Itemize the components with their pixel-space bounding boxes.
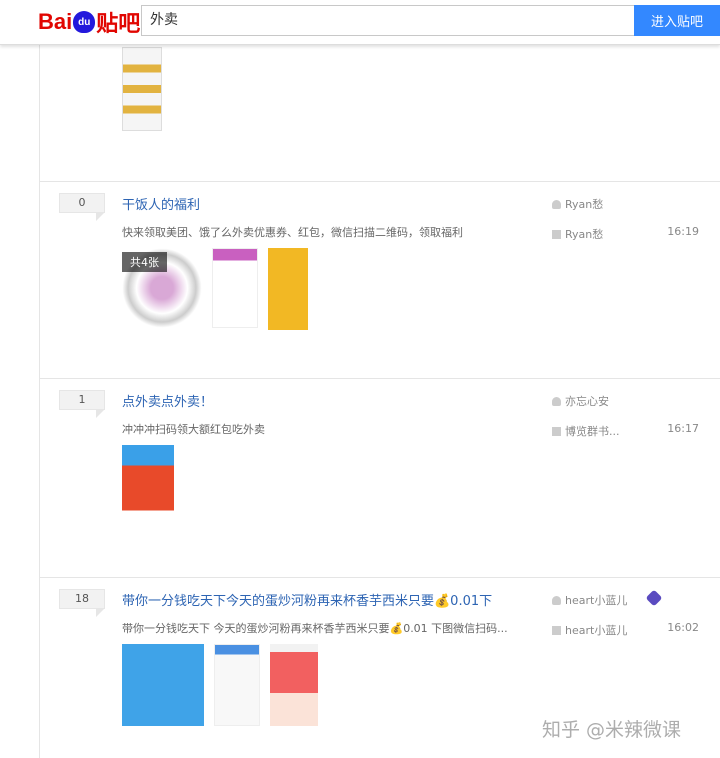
thread-list: 0 干饭人的福利 快来领取美团、饿了么外卖优惠券、红包，微信扫描二维码，领取福利…: [39, 45, 720, 758]
last-reply-author[interactable]: 博览群书...: [552, 423, 620, 439]
thread-author[interactable]: 亦忘心安: [552, 393, 609, 409]
thread-image-thumbnail[interactable]: [214, 644, 260, 726]
reply-time: 16:19: [667, 225, 699, 238]
baidu-tieba-logo[interactable]: Bai du 贴吧: [38, 6, 140, 38]
thread-image-thumbnail[interactable]: [212, 248, 258, 328]
thread-title[interactable]: 点外卖点外卖！: [122, 391, 213, 410]
reply-icon: [552, 230, 561, 239]
reply-time: 16:02: [667, 621, 699, 634]
thread-abstract: 冲冲冲扫码领大额红包吃外卖: [122, 423, 265, 436]
thread-abstract: 快来领取美团、饿了么外卖优惠券、红包，微信扫描二维码，领取福利: [122, 226, 463, 239]
reply-icon: [552, 427, 561, 436]
image-count-badge: 共4张: [122, 252, 167, 272]
user-icon: [552, 200, 561, 209]
thread-title[interactable]: 带你一分钱吃天下今天的蛋炒河粉再来杯香芋西米只要💰0.01下: [122, 590, 492, 609]
last-reply-author[interactable]: heart小蓝儿: [552, 622, 627, 638]
reply-count: 18: [59, 589, 105, 617]
watermark: 知乎 @米辣微课: [542, 719, 682, 741]
thread-image-thumbnail[interactable]: [268, 248, 308, 330]
member-badge-icon: [645, 589, 663, 607]
header: Bai du 贴吧 外卖 进入贴吧: [0, 0, 720, 45]
user-icon: [552, 596, 561, 605]
thread-item: 1 点外卖点外卖！ 冲冲冲扫码领大额红包吃外卖 亦忘心安 博览群书... 16:…: [40, 378, 720, 577]
thread-image-thumbnail[interactable]: 共4张: [122, 248, 202, 328]
thread-item: 0 干饭人的福利 快来领取美团、饿了么外卖优惠券、红包，微信扫描二维码，领取福利…: [40, 181, 720, 378]
thread-image-thumbnail[interactable]: [122, 644, 204, 726]
reply-icon: [552, 626, 561, 635]
reply-count: 1: [59, 390, 105, 418]
thread-title[interactable]: 干饭人的福利: [122, 194, 200, 213]
thread-image-thumbnail[interactable]: [270, 644, 318, 726]
thread-author[interactable]: Ryan愁: [552, 196, 603, 212]
reply-count: 0: [59, 193, 105, 221]
reply-time: 16:17: [667, 422, 699, 435]
thread-author[interactable]: heart小蓝儿: [552, 592, 627, 608]
thread-image-thumbnail[interactable]: [122, 47, 162, 131]
search-input[interactable]: 外卖: [141, 5, 635, 36]
last-reply-author[interactable]: Ryan愁: [552, 226, 603, 242]
thread-abstract: 带你一分钱吃天下 今天的蛋炒河粉再来杯香芋西米只要💰0.01 下图微信扫码...: [122, 622, 508, 635]
user-icon: [552, 397, 561, 406]
thread-image-thumbnail[interactable]: [122, 445, 174, 527]
enter-tieba-button[interactable]: 进入贴吧: [634, 5, 720, 36]
